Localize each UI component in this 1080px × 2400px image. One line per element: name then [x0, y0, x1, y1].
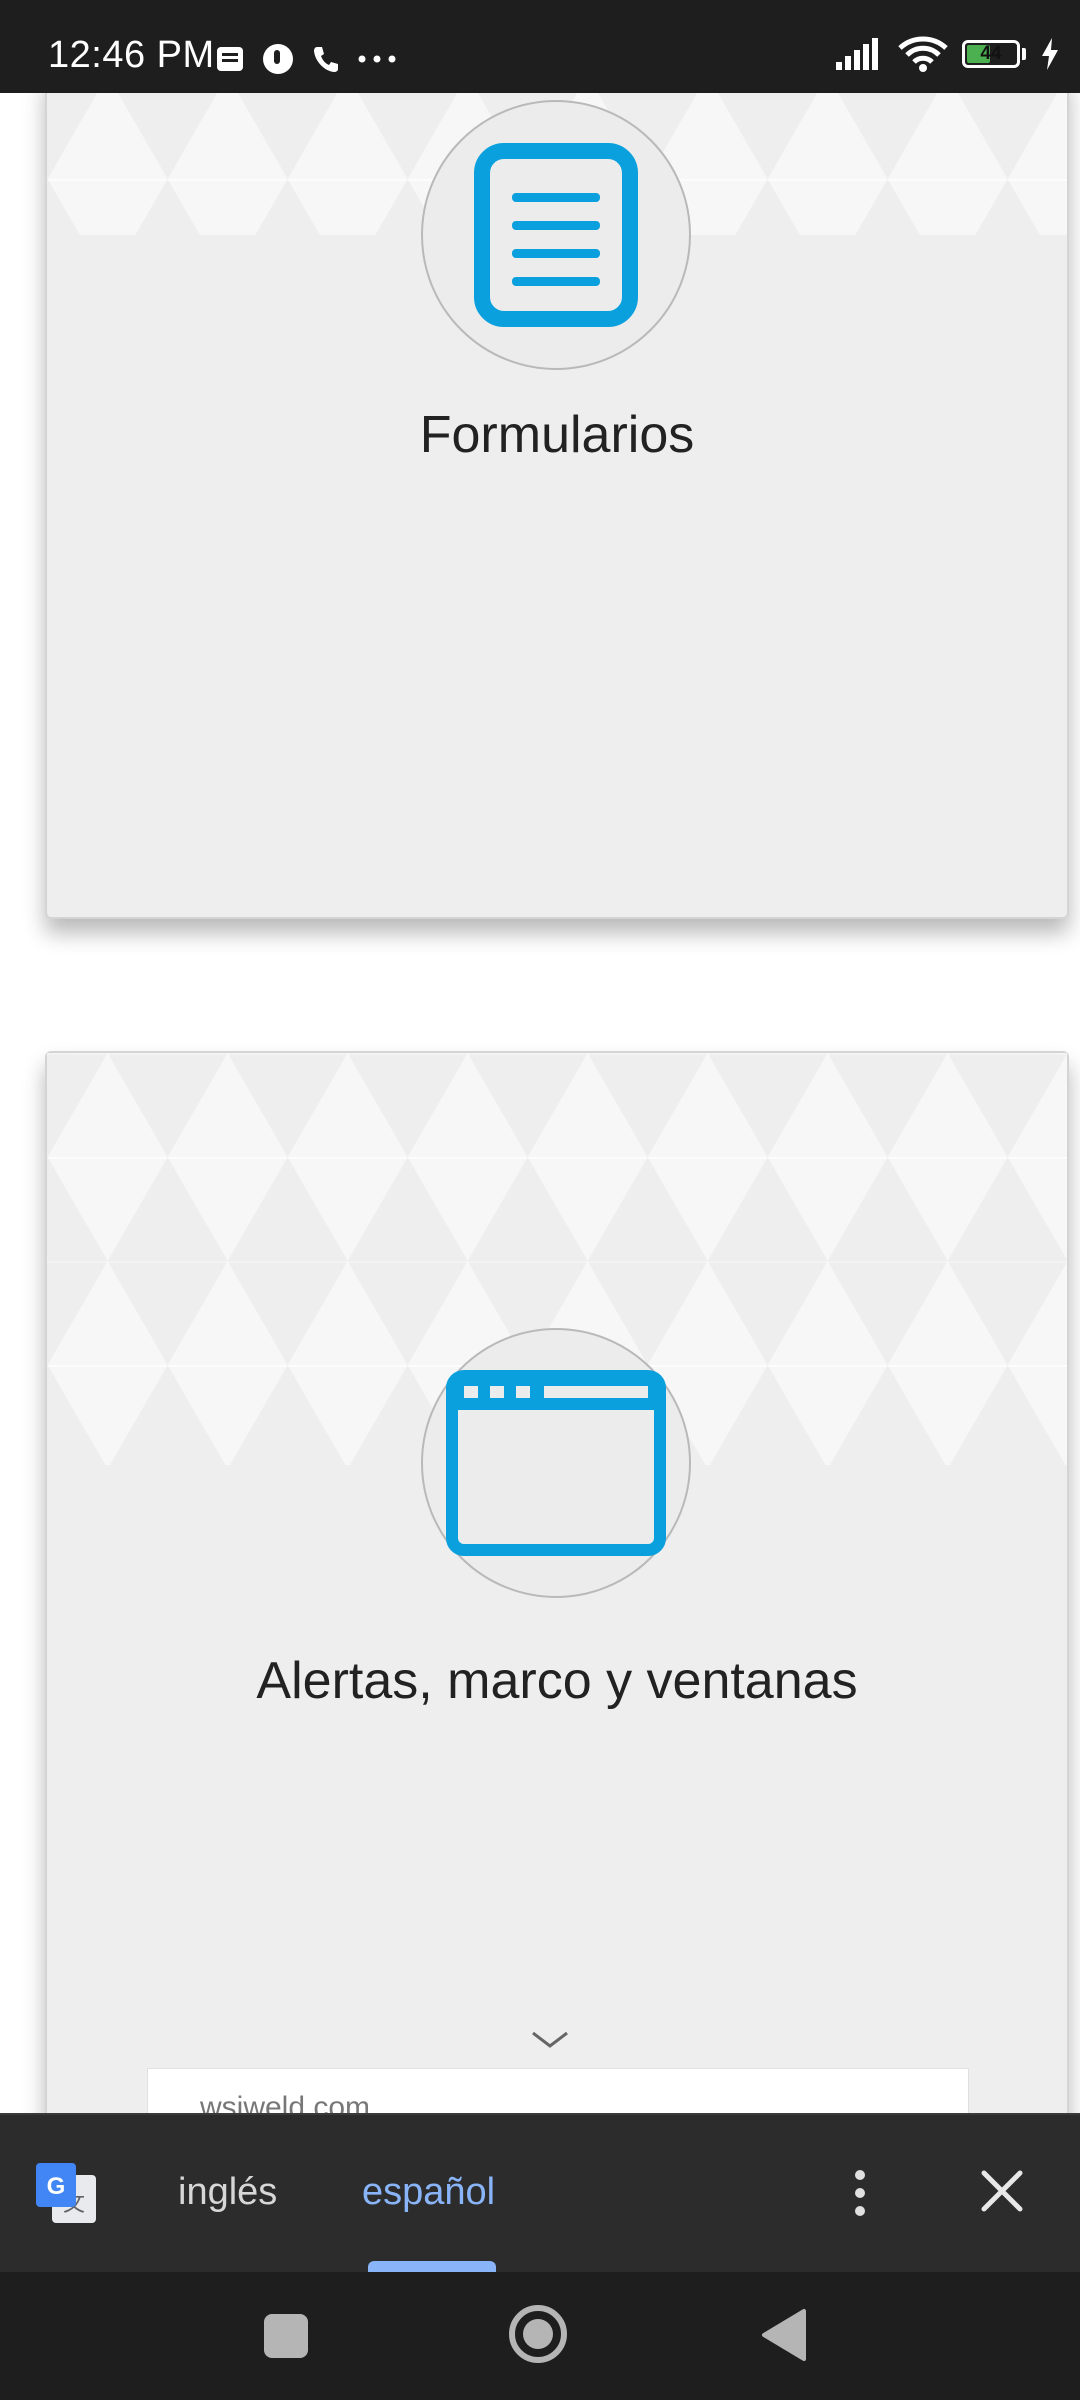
navigation-bar: [0, 2270, 1080, 2400]
google-translate-icon: 文 G: [36, 2163, 96, 2223]
card-title: Formularios: [419, 406, 695, 464]
translate-bar: 文 G inglés español: [0, 2113, 1080, 2272]
card-formularios[interactable]: Formularios: [45, 93, 1069, 919]
language-tab-target[interactable]: español: [362, 2171, 495, 2214]
status-time: 12:46 PM: [48, 34, 215, 76]
wifi-icon: [898, 36, 948, 72]
status-system-icons: 44: [834, 36, 1060, 72]
home-button[interactable]: [506, 2302, 570, 2366]
document-icon: [474, 143, 638, 327]
status-bar: 12:46 PM 44: [0, 0, 1080, 93]
notification-icon: [263, 44, 293, 74]
signal-icon: [836, 38, 878, 70]
site-url-chip[interactable]: wsiweld.com: [147, 2068, 969, 2113]
phone-icon: [314, 47, 338, 72]
web-page-content: Formularios Alertas, marco y ventanas ws…: [0, 93, 1080, 2113]
close-icon[interactable]: [976, 2161, 1028, 2221]
chevron-down-icon[interactable]: [530, 2030, 570, 2050]
back-button[interactable]: [760, 2308, 808, 2362]
battery-icon: 44: [962, 40, 1020, 68]
svg-text:G: G: [47, 2173, 66, 2200]
language-tab-source[interactable]: inglés: [178, 2171, 277, 2214]
card-icon-circle: [421, 1328, 691, 1598]
charging-icon: [1042, 38, 1058, 70]
card-alertas[interactable]: Alertas, marco y ventanas: [45, 1051, 1069, 2113]
selected-language-indicator: [368, 2261, 496, 2272]
battery-level: 44: [980, 43, 1002, 64]
site-url-text: wsiweld.com: [200, 2091, 371, 2113]
more-dots-icon: [358, 55, 396, 63]
recents-button[interactable]: [262, 2312, 310, 2360]
more-options-icon[interactable]: [840, 2163, 880, 2223]
card-title: Alertas, marco y ventanas: [256, 1652, 858, 1710]
status-notification-icons: [215, 42, 397, 76]
card-icon-circle: [421, 100, 691, 370]
window-icon: [446, 1370, 666, 1556]
message-icon: [217, 47, 243, 71]
